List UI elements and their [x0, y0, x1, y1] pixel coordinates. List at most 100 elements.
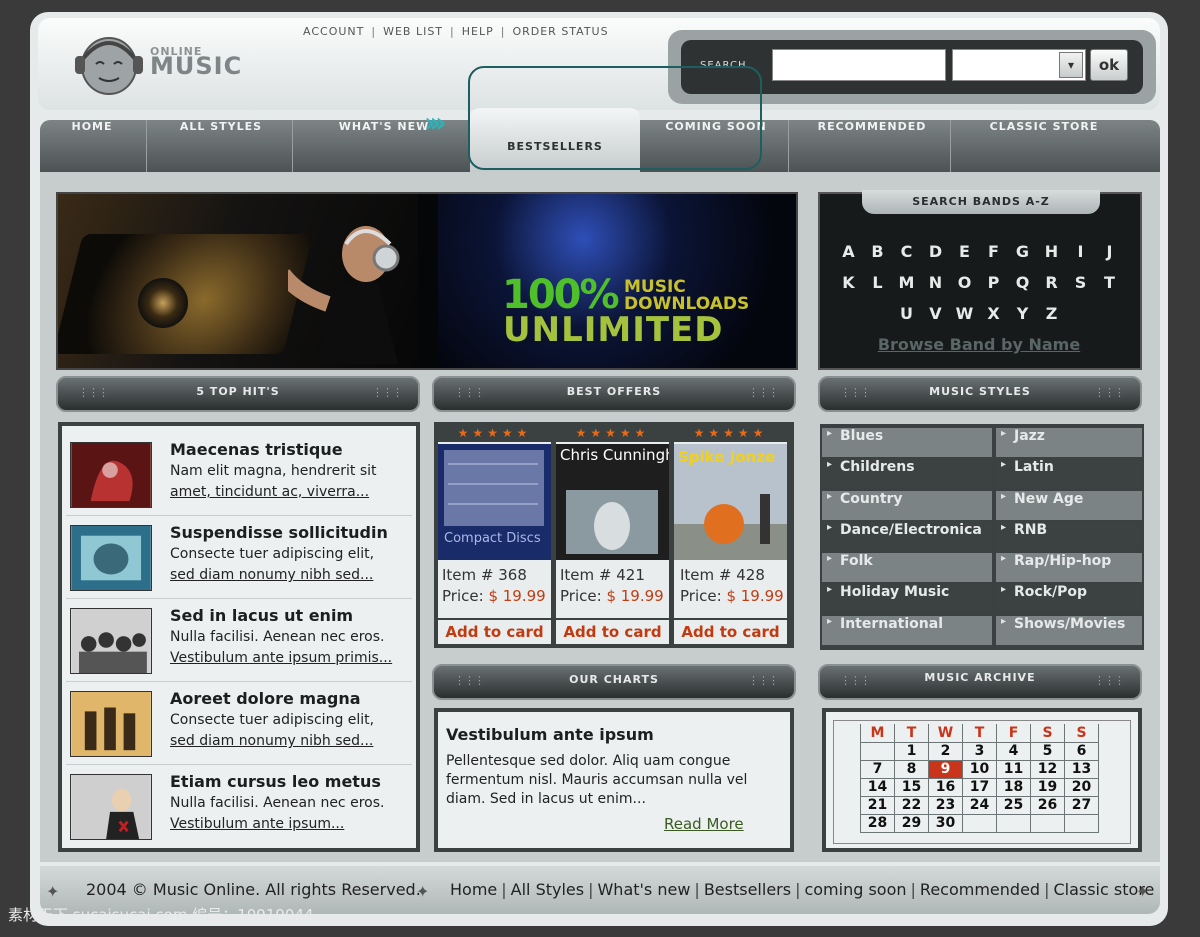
letter-link[interactable]: I — [1066, 236, 1095, 267]
letter-link[interactable]: Y — [1008, 298, 1037, 329]
letter-link[interactable]: O — [950, 267, 979, 298]
nav-classic-store[interactable]: Classic Store — [954, 120, 1134, 172]
letter-link[interactable]: W — [950, 298, 979, 329]
calendar-day[interactable]: 18 — [996, 777, 1031, 797]
add-to-cart-button[interactable]: Add to card — [438, 618, 551, 642]
letter-link[interactable]: H — [1037, 236, 1066, 267]
style-country[interactable]: Country — [822, 491, 992, 520]
chevron-down-icon[interactable]: ▾ — [1059, 52, 1083, 78]
calendar-day[interactable]: 20 — [1064, 777, 1099, 797]
calendar-day[interactable]: 28 — [860, 813, 895, 833]
style-blues[interactable]: Blues — [822, 428, 992, 457]
calendar-day[interactable]: 22 — [894, 795, 929, 815]
letter-link[interactable]: K — [834, 267, 863, 298]
calendar-day[interactable]: 13 — [1064, 759, 1099, 779]
browse-band-link[interactable]: Browse Band by Name — [840, 335, 1118, 354]
letter-link[interactable]: S — [1066, 267, 1095, 298]
style-rock-pop[interactable]: Rock/Pop — [996, 584, 1142, 613]
nav-recommended[interactable]: Recommended — [792, 120, 952, 172]
search-input[interactable] — [772, 49, 946, 81]
style-childrens[interactable]: Childrens — [822, 459, 992, 488]
offer-image[interactable]: Compact Discs — [438, 444, 551, 560]
footer-link-recommended[interactable]: Recommended — [920, 880, 1040, 899]
hit-title[interactable]: Maecenas tristique — [170, 440, 343, 459]
list-item[interactable]: Etiam cursus leo metus Nulla facilisi. A… — [66, 766, 412, 848]
style-latin[interactable]: Latin — [996, 459, 1142, 488]
link-order-status[interactable]: ORDER STATUS — [512, 25, 608, 38]
add-to-cart-button[interactable]: Add to card — [556, 618, 669, 642]
calendar-day[interactable]: 12 — [1030, 759, 1065, 779]
letter-link[interactable]: D — [921, 236, 950, 267]
read-more-link[interactable]: Read More — [664, 815, 744, 833]
letter-link[interactable]: Z — [1037, 298, 1066, 329]
letter-link[interactable]: V — [921, 298, 950, 329]
style-rap-hip-hop[interactable]: Rap/Hip-hop — [996, 553, 1142, 582]
calendar-day[interactable]: 21 — [860, 795, 895, 815]
footer-link-home[interactable]: Home — [450, 880, 497, 899]
nav-all-styles[interactable]: All Styles — [150, 120, 292, 172]
style-rnb[interactable]: RNB — [996, 522, 1142, 551]
letter-link[interactable]: L — [863, 267, 892, 298]
hit-title[interactable]: Etiam cursus leo metus — [170, 772, 381, 791]
offer-image[interactable]: Spike Jonze — [674, 444, 787, 560]
nav-whats-new[interactable]: What's new — [296, 120, 472, 172]
calendar-day[interactable]: 23 — [928, 795, 963, 815]
hit-link[interactable]: amet, tincidunt ac, viverra... — [170, 484, 369, 500]
calendar-day[interactable]: 2 — [928, 741, 963, 761]
hit-title[interactable]: Suspendisse sollicitudin — [170, 523, 388, 542]
nav-home[interactable]: Home — [42, 120, 142, 172]
style-shows-movies[interactable]: Shows/Movies — [996, 616, 1142, 645]
style-holiday-music[interactable]: Holiday Music — [822, 584, 992, 613]
calendar-day[interactable]: 17 — [962, 777, 997, 797]
calendar-day[interactable]: 26 — [1030, 795, 1065, 815]
calendar-day[interactable]: 6 — [1064, 741, 1099, 761]
letter-link[interactable]: A — [834, 236, 863, 267]
list-item[interactable]: Suspendisse sollicitudin Consecte tuer a… — [66, 517, 412, 599]
calendar-day[interactable]: 4 — [996, 741, 1031, 761]
letter-link[interactable]: C — [892, 236, 921, 267]
footer-link-whats-new[interactable]: What's new — [597, 880, 690, 899]
list-item[interactable]: Sed in lacus ut enim Nulla facilisi. Aen… — [66, 600, 412, 682]
calendar-day[interactable]: 25 — [996, 795, 1031, 815]
search-category-select[interactable]: ▾ — [952, 49, 1086, 81]
letter-link[interactable]: G — [1008, 236, 1037, 267]
footer-link-all-styles[interactable]: All Styles — [511, 880, 584, 899]
footer-link-bestsellers[interactable]: Bestsellers — [704, 880, 791, 899]
list-item[interactable]: Maecenas tristique Nam elit magna, hendr… — [66, 434, 412, 516]
footer-link-coming-soon[interactable]: coming soon — [804, 880, 906, 899]
hit-link[interactable]: Vestibulum ante ipsum primis... — [170, 650, 392, 666]
calendar-day[interactable]: 30 — [928, 813, 963, 833]
calendar-day[interactable]: 10 — [962, 759, 997, 779]
hit-link[interactable]: sed diam nonumy nibh sed... — [170, 567, 373, 583]
letter-link[interactable]: F — [979, 236, 1008, 267]
calendar-day[interactable]: 3 — [962, 741, 997, 761]
calendar-day[interactable]: 11 — [996, 759, 1031, 779]
letter-link[interactable]: R — [1037, 267, 1066, 298]
letter-link[interactable]: B — [863, 236, 892, 267]
letter-link[interactable]: U — [892, 298, 921, 329]
letter-link[interactable]: N — [921, 267, 950, 298]
calendar-day[interactable]: 29 — [894, 813, 929, 833]
link-web-list[interactable]: WEB LIST — [383, 25, 443, 38]
add-to-cart-button[interactable]: Add to card — [674, 618, 787, 642]
search-ok-button[interactable]: ok — [1090, 49, 1128, 81]
style-folk[interactable]: Folk — [822, 553, 992, 582]
calendar-day[interactable]: 19 — [1030, 777, 1065, 797]
list-item[interactable]: Aoreet dolore magna Consecte tuer adipis… — [66, 683, 412, 765]
style-international[interactable]: International — [822, 616, 992, 645]
calendar-day[interactable]: 14 — [860, 777, 895, 797]
calendar-day[interactable]: 16 — [928, 777, 963, 797]
style-dance-electronica[interactable]: Dance/Electronica — [822, 522, 992, 551]
hit-title[interactable]: Aoreet dolore magna — [170, 689, 361, 708]
calendar-day[interactable]: 24 — [962, 795, 997, 815]
letter-link[interactable]: M — [892, 267, 921, 298]
link-help[interactable]: HELP — [462, 25, 494, 38]
hit-title[interactable]: Sed in lacus ut enim — [170, 606, 353, 625]
calendar-day[interactable]: 27 — [1064, 795, 1099, 815]
letter-link[interactable]: T — [1095, 267, 1124, 298]
offer-image[interactable]: Chris Cunningham — [556, 444, 669, 560]
link-account[interactable]: ACCOUNT — [303, 25, 364, 38]
letter-link[interactable]: P — [979, 267, 1008, 298]
hit-link[interactable]: sed diam nonumy nibh sed... — [170, 733, 373, 749]
calendar-day[interactable]: 7 — [860, 759, 895, 779]
